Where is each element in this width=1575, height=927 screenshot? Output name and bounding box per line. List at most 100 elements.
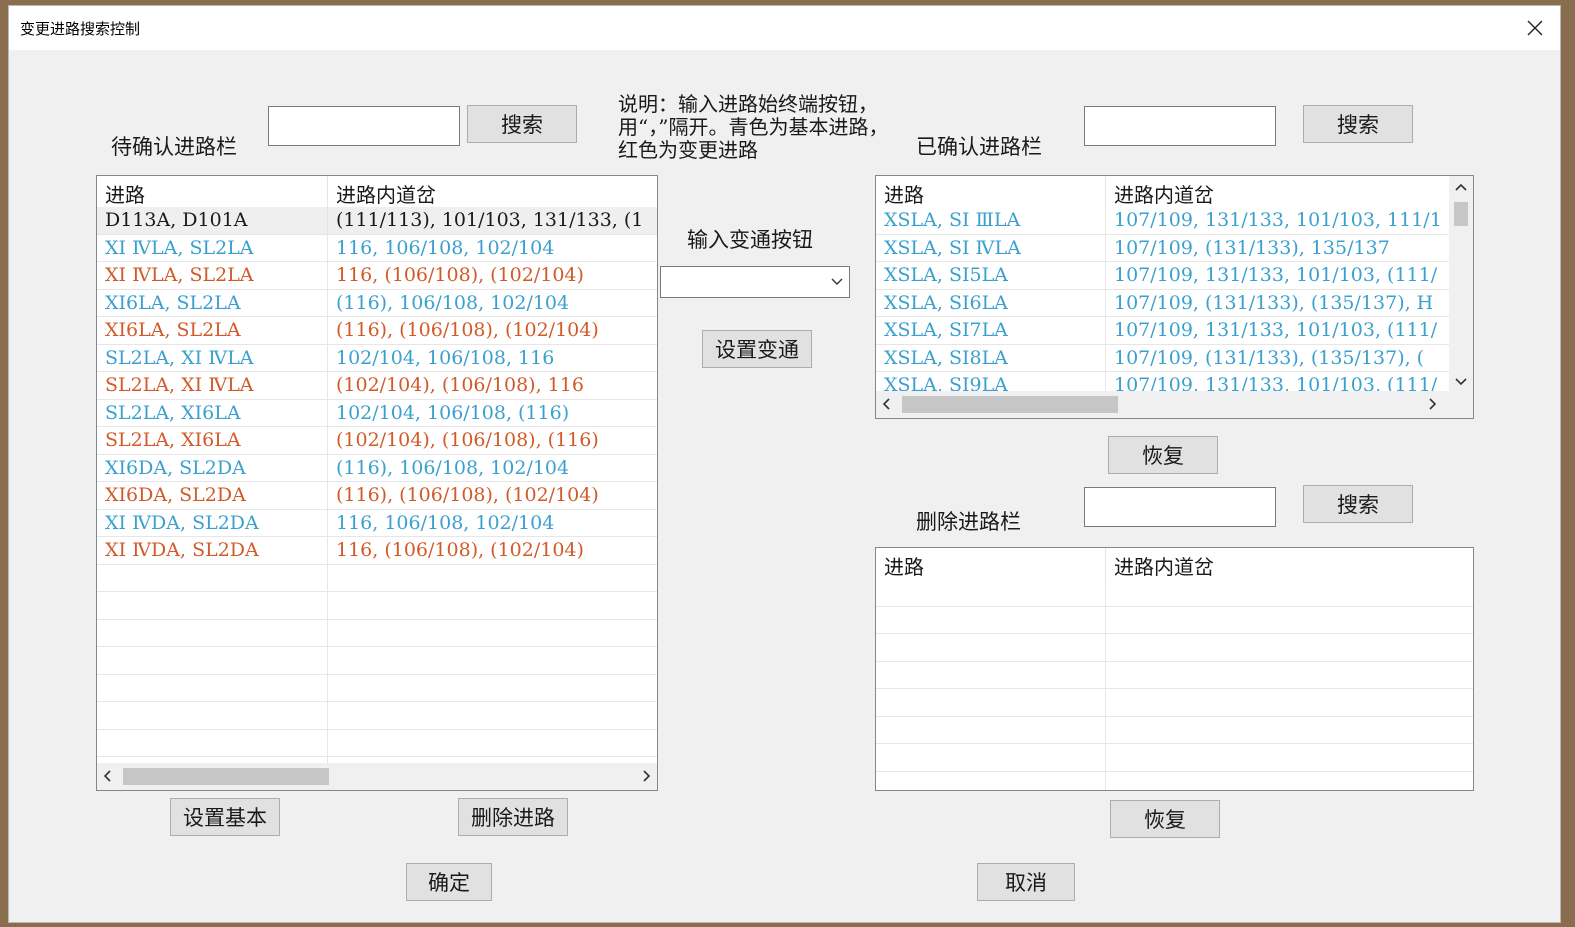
table-row[interactable]: XⅠ6LA, SL2LA (116), 106/108, 102/104 [97, 289, 657, 317]
empty-cell [1106, 717, 1473, 744]
empty-row[interactable] [97, 674, 657, 702]
empty-row[interactable] [97, 564, 657, 592]
cancel-button[interactable]: 取消 [977, 863, 1075, 901]
table-row[interactable]: XSLA, SⅠ7LA 107/109, 131/133, 101/103, (1… [876, 317, 1451, 345]
variant-button-select[interactable] [660, 266, 850, 298]
table-row[interactable]: D113A, D101A (111/113), 101/103, 131/133,… [97, 207, 657, 235]
confirmed-search-input[interactable] [1084, 106, 1276, 146]
deleted-search-input[interactable] [1084, 487, 1276, 527]
table-row[interactable]: XSLA, SⅠ ⅢLA 107/109, 131/133, 101/103, 1… [876, 207, 1451, 235]
empty-cell [97, 592, 328, 619]
scroll-right-icon[interactable] [1427, 398, 1437, 410]
confirmed-route-list[interactable]: 进路 进路内道岔 XSLA, SⅠ ⅢLA 107/109, 131/133, 1… [875, 175, 1474, 419]
column-header-route[interactable]: 进路 [876, 548, 1106, 579]
confirmed-horizontal-scrollbar[interactable] [876, 391, 1451, 418]
empty-row[interactable] [876, 634, 1473, 662]
table-row[interactable]: XⅠ ⅣDA, SL2DA 116, 106/108, 102/104 [97, 509, 657, 537]
empty-cell [876, 716, 1106, 743]
deleted-route-list[interactable]: 进路 进路内道岔 [875, 547, 1474, 791]
route-cell: D113A, D101A [97, 207, 328, 234]
set-variant-button[interactable]: 设置变通 [702, 330, 812, 368]
route-cell: XSLA, SⅠ ⅣLA [876, 234, 1106, 261]
empty-cell [876, 606, 1106, 633]
scroll-thumb[interactable] [1454, 202, 1468, 226]
empty-cell [328, 675, 657, 702]
table-row[interactable]: XSLA, SⅠ6LA 107/109, (131/133), (135/137)… [876, 289, 1451, 317]
empty-cell [876, 661, 1106, 688]
empty-cell [1106, 662, 1473, 689]
pending-horizontal-scrollbar[interactable] [97, 763, 657, 790]
table-row[interactable]: XⅠ6LA, SL2LA (116), (106/108), (102/104) [97, 317, 657, 345]
pending-search-input[interactable] [268, 106, 460, 146]
confirmed-vertical-scrollbar[interactable] [1449, 176, 1473, 393]
pending-search-button[interactable]: 搜索 [467, 105, 577, 143]
empty-cell [328, 592, 657, 619]
switches-cell: 107/109, (131/133), (135/137), H [1106, 289, 1450, 316]
close-button[interactable] [1510, 6, 1560, 50]
table-row[interactable]: SL2LA, XⅠ ⅣLA (102/104), (106/108), 116 [97, 372, 657, 400]
set-basic-button[interactable]: 设置基本 [170, 798, 280, 836]
deleted-search-button[interactable]: 搜索 [1303, 485, 1413, 523]
deleted-restore-button[interactable]: 恢复 [1110, 800, 1220, 838]
scroll-left-icon[interactable] [882, 398, 892, 410]
table-row[interactable]: XSLA, SⅠ ⅣLA 107/109, (131/133), 135/137 [876, 234, 1451, 262]
empty-row[interactable] [876, 771, 1473, 790]
switches-cell: 107/109, (131/133), 135/137 [1106, 234, 1450, 261]
confirmed-search-button[interactable]: 搜索 [1303, 105, 1413, 143]
empty-row[interactable] [97, 647, 657, 675]
empty-row[interactable] [97, 592, 657, 620]
switches-cell: 102/104, 106/108, 116 [328, 345, 657, 372]
switches-cell: 116, 106/108, 102/104 [328, 510, 657, 537]
switches-cell: 116, (106/108), (102/104) [328, 262, 657, 289]
empty-row[interactable] [97, 619, 657, 647]
table-row[interactable]: SL2LA, XⅠ6LA (102/104), (106/108), (116) [97, 427, 657, 455]
route-cell: XⅠ ⅣLA, SL2LA [97, 262, 328, 289]
confirmed-restore-button[interactable]: 恢复 [1108, 436, 1218, 474]
delete-route-button[interactable]: 删除进路 [458, 798, 568, 836]
scroll-down-icon[interactable] [1455, 377, 1467, 387]
deleted-list-header: 进路 进路内道岔 [876, 548, 1473, 579]
table-row[interactable]: XⅠ ⅣDA, SL2DA 116, (106/108), (102/104) [97, 537, 657, 565]
pending-rows: D113A, D101A (111/113), 101/103, 131/133,… [97, 207, 657, 785]
empty-row[interactable] [876, 606, 1473, 634]
route-cell: XSLA, SⅠ8LA [876, 344, 1106, 371]
scroll-left-icon[interactable] [103, 770, 113, 782]
empty-row[interactable] [97, 729, 657, 757]
scroll-up-icon[interactable] [1455, 182, 1467, 192]
scroll-corner [1449, 391, 1473, 418]
empty-cell [1106, 634, 1473, 661]
table-row[interactable]: SL2LA, XⅠ6LA 102/104, 106/108, (116) [97, 399, 657, 427]
table-row[interactable]: XⅠ ⅣLA, SL2LA 116, 106/108, 102/104 [97, 234, 657, 262]
route-cell: XSLA, SⅠ6LA [876, 289, 1106, 316]
empty-row[interactable] [876, 579, 1473, 607]
pending-route-list[interactable]: 进路 进路内道岔 D113A, D101A (111/113), 101/103,… [96, 175, 658, 791]
table-row[interactable]: SL2LA, XⅠ ⅣLA 102/104, 106/108, 116 [97, 344, 657, 372]
ok-button[interactable]: 确定 [406, 863, 492, 901]
table-row[interactable]: XⅠ ⅣLA, SL2LA 116, (106/108), (102/104) [97, 262, 657, 290]
column-header-route[interactable]: 进路 [97, 176, 328, 207]
column-header-switches[interactable]: 进路内道岔 [1106, 176, 1450, 207]
column-header-switches[interactable]: 进路内道岔 [1106, 548, 1473, 579]
switches-cell: (102/104), (106/108), 116 [328, 372, 657, 399]
switches-cell: (111/113), 101/103, 131/133, (1 [328, 207, 657, 234]
scroll-thumb[interactable] [123, 768, 329, 785]
table-row[interactable]: XⅠ6DA, SL2DA (116), (106/108), (102/104) [97, 482, 657, 510]
column-header-switches[interactable]: 进路内道岔 [328, 176, 657, 207]
table-row[interactable]: XⅠ6DA, SL2DA (116), 106/108, 102/104 [97, 454, 657, 482]
table-row[interactable]: XSLA, SⅠ5LA 107/109, 131/133, 101/103, (1… [876, 262, 1451, 290]
empty-row[interactable] [876, 689, 1473, 717]
table-row[interactable]: XSLA, SⅠ8LA 107/109, (131/133), (135/137)… [876, 344, 1451, 372]
switches-cell: (116), (106/108), (102/104) [328, 482, 657, 509]
scroll-right-icon[interactable] [641, 770, 651, 782]
switches-cell: 107/109, 131/133, 101/103, (111/ [1106, 317, 1450, 344]
empty-cell [876, 744, 1106, 771]
route-cell: SL2LA, XⅠ ⅣLA [97, 372, 328, 399]
scroll-thumb[interactable] [902, 396, 1118, 413]
column-header-route[interactable]: 进路 [876, 176, 1106, 207]
empty-row[interactable] [97, 702, 657, 730]
empty-cell [328, 620, 657, 647]
empty-row[interactable] [876, 661, 1473, 689]
route-cell: XⅠ6DA, SL2DA [97, 482, 328, 509]
empty-row[interactable] [876, 716, 1473, 744]
empty-row[interactable] [876, 744, 1473, 772]
